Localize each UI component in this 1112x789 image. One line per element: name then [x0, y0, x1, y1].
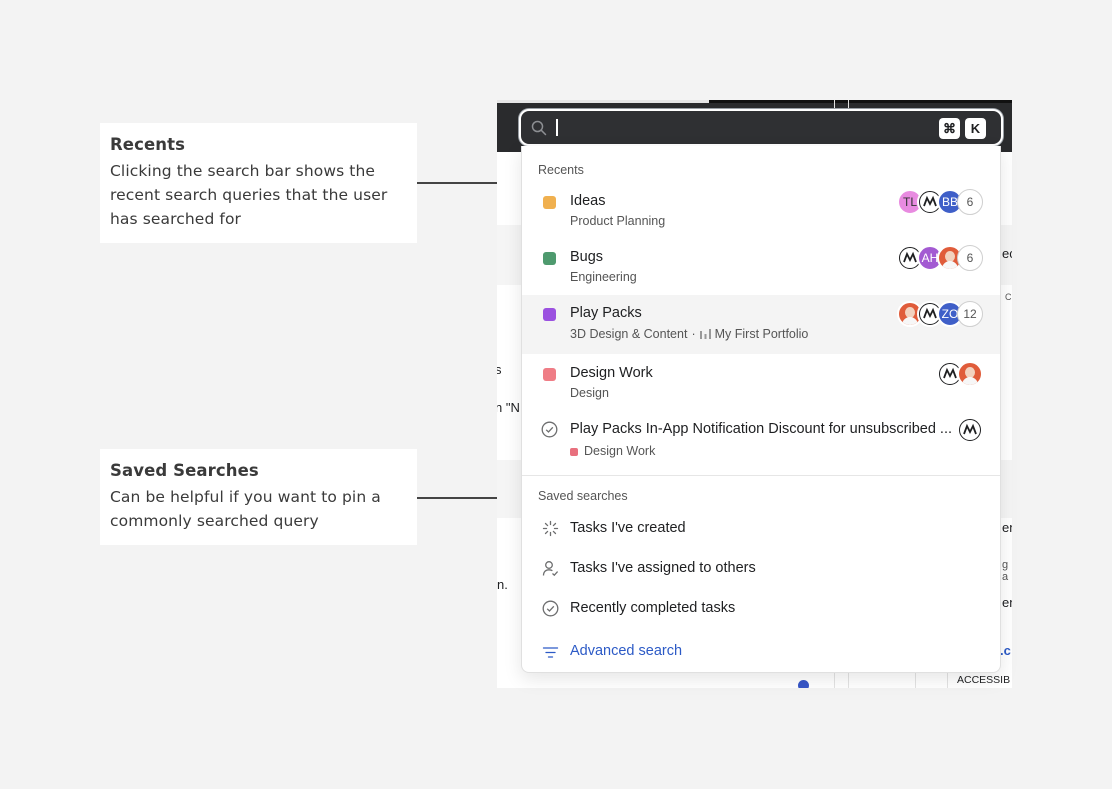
recent-item-subtitle: Design [570, 386, 609, 400]
member-count: 6 [957, 245, 983, 271]
project-color-swatch [543, 196, 556, 209]
portfolio-name: My First Portfolio [714, 327, 809, 341]
saved-search-recently-completed[interactable]: Recently completed tasks [522, 592, 1000, 626]
recent-item-subtitle: 3D Design & Content · My First Portfolio [570, 327, 809, 341]
background-text: n "N [497, 400, 520, 415]
saved-searches-annotation: Saved Searches Can be helpful if you wan… [100, 449, 417, 545]
recent-item-title: Bugs [570, 249, 604, 265]
team-name: 3D Design & Content [570, 327, 688, 341]
recent-item-ideas[interactable]: Ideas Product Planning TL BB 6 [522, 187, 1000, 235]
task-project: Design Work [570, 444, 655, 458]
recents-annotation: Recents Clicking the search bar shows th… [100, 123, 417, 243]
advanced-search-label: Advanced search [570, 643, 683, 659]
background-text: ACCESSIB [957, 674, 1011, 686]
project-color-swatch [543, 368, 556, 381]
recents-annotation-title: Recents [110, 135, 186, 154]
member-avatars [937, 361, 983, 387]
recent-item-title: Play Packs [570, 305, 642, 321]
recent-item-design-work[interactable]: Design Work Design [522, 359, 1000, 407]
recent-item-subtitle: Product Planning [570, 214, 666, 228]
saved-search-tasks-created[interactable]: Tasks I've created [522, 512, 1000, 546]
saved-search-label: Tasks I've assigned to others [570, 560, 756, 576]
recent-item-title: Ideas [570, 193, 606, 209]
avatar-photo [957, 361, 983, 387]
topbar-edge [497, 100, 709, 103]
check-circle-icon [541, 421, 558, 443]
background-text: en [1002, 520, 1012, 535]
status-dot [798, 680, 809, 688]
saved-search-label: Tasks I've created [570, 520, 686, 536]
search-bar[interactable]: ⌘ K [519, 109, 1003, 146]
person-check-icon [542, 560, 559, 582]
section-divider [522, 475, 1000, 476]
check-circle-icon [542, 600, 559, 622]
advanced-search-link[interactable]: Advanced search [522, 636, 1000, 670]
saved-searches-section-label: Saved searches [538, 489, 628, 503]
background-text: n. [497, 577, 508, 592]
mk-icon [957, 417, 983, 443]
recent-task-item[interactable]: Play Packs In-App Notification Discount … [522, 415, 1000, 465]
topbar-edge-dark [709, 100, 1012, 103]
background-text: ec [1002, 246, 1012, 261]
member-avatars: TL BB 6 [897, 189, 983, 215]
background-text: en [1002, 595, 1012, 610]
spinner-icon [542, 520, 559, 542]
recent-item-bugs[interactable]: Bugs Engineering AH 6 [522, 243, 1000, 291]
member-count: 6 [957, 189, 983, 215]
member-avatars: AH 6 [897, 245, 983, 271]
saved-searches-annotation-body: Can be helpful if you want to pin a comm… [110, 488, 381, 530]
recents-annotation-body: Clicking the search bar shows the recent… [110, 162, 388, 228]
saved-search-tasks-assigned[interactable]: Tasks I've assigned to others [522, 552, 1000, 586]
recent-item-title: Design Work [570, 365, 653, 381]
task-title: Play Packs In-App Notification Discount … [570, 421, 953, 437]
search-dropdown: Recents Ideas Product Planning TL BB 6 B… [521, 146, 1001, 673]
background-text: C [1005, 292, 1012, 302]
member-count: 12 [957, 301, 983, 327]
project-color-swatch [543, 308, 556, 321]
project-color-swatch [570, 447, 578, 456]
member-avatars: ZO 12 [897, 301, 983, 327]
filter-icon [542, 644, 559, 666]
search-icon [531, 120, 547, 141]
task-project-name: Design Work [584, 444, 656, 458]
command-key-hint: ⌘ [939, 118, 960, 139]
saved-searches-annotation-title: Saved Searches [110, 461, 259, 480]
recent-item-subtitle: Engineering [570, 270, 637, 284]
recents-section-label: Recents [538, 163, 584, 177]
saved-search-label: Recently completed tasks [570, 600, 736, 616]
member-avatars [957, 417, 983, 443]
background-text: .c [1000, 643, 1011, 658]
project-color-swatch [543, 252, 556, 265]
portfolio-icon [699, 327, 715, 341]
recent-item-play-packs[interactable]: Play Packs 3D Design & Content · My First … [522, 295, 1000, 354]
background-text: s [497, 362, 502, 377]
search-input[interactable] [556, 119, 558, 136]
background-text: g a [1002, 559, 1009, 583]
k-key-hint: K [965, 118, 986, 139]
